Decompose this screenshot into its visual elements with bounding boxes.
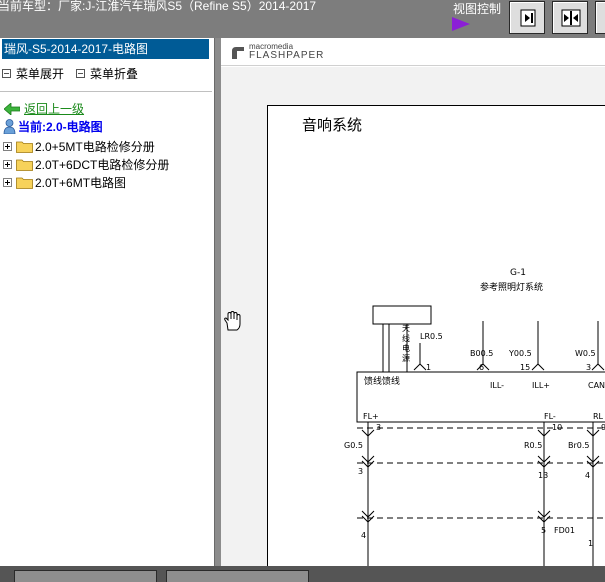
tree-item-label: 2.0+5MT电路检修分册: [35, 140, 155, 154]
view-control-arrow-icon: [452, 17, 470, 31]
antenna-label-1: 天: [402, 324, 410, 333]
antenna-label-2: 线: [402, 333, 410, 343]
pin-3a: 3: [586, 363, 591, 372]
pin-13: 13: [538, 471, 548, 480]
document-viewer: macromedia FLASHPAPER 音响系统 G-1 参考照明灯系统 天…: [221, 38, 605, 566]
expand-plus-icon[interactable]: [3, 142, 12, 151]
wiring-diagram: 音响系统 G-1 参考照明灯系统 天 线 电 源 LR0.5 1 B00.5 Y…: [302, 116, 605, 566]
wire-lr: LR0.5: [420, 332, 443, 341]
collapse-icon: [76, 69, 85, 78]
ill-plus-label: ILL+: [532, 381, 550, 390]
pin-5: 5: [541, 526, 546, 535]
menu-collapse-label: 菜单折叠: [90, 67, 139, 81]
sidebar-divider: [0, 91, 212, 92]
fl-minus-label: FL-: [544, 412, 556, 421]
tree-item-label: 2.0T+6DCT电路检修分册: [35, 158, 170, 172]
double-page-view-button[interactable]: [552, 1, 588, 34]
menu-expand-label: 菜单展开: [16, 67, 65, 81]
folder-icon: [16, 141, 33, 153]
document-canvas[interactable]: 音响系统 G-1 参考照明灯系统 天 线 电 源 LR0.5 1 B00.5 Y…: [221, 67, 605, 566]
tree-item[interactable]: 2.0T+6DCT电路检修分册: [3, 156, 169, 173]
pin-4a: 4: [585, 471, 590, 480]
back-link-label: 返回上一级: [24, 102, 85, 116]
brand-flashpaper: FLASHPAPER: [249, 50, 325, 61]
pin-3c: 3: [358, 467, 363, 476]
expand-plus-icon[interactable]: [3, 160, 12, 169]
hand-cursor-icon: [224, 311, 241, 331]
tree-item[interactable]: 2.0+5MT电路检修分册: [3, 138, 155, 155]
pin-1b: 1: [588, 539, 593, 548]
app-window: 当前车型：厂家:J-江淮汽车瑞风S5（Refine S5）2014-2017 视…: [0, 0, 605, 582]
bottom-bar: [0, 566, 605, 582]
pin-4b: 4: [361, 531, 366, 540]
menu-collapse-button[interactable]: 菜单折叠: [76, 65, 138, 82]
pin-15: 15: [520, 363, 530, 372]
wire-b00: B00.5: [470, 349, 493, 358]
pin-9: 9: [601, 423, 605, 432]
pin-3b: 3: [376, 423, 381, 432]
diagram-title: 音响系统: [302, 116, 362, 134]
fd01-label: FD01: [554, 526, 575, 535]
back-link[interactable]: 返回上一级: [4, 100, 84, 117]
g1-sub-label: 参考照明灯系统: [480, 281, 543, 293]
can-label: CAN: [588, 381, 605, 390]
flashpaper-toolbar: macromedia FLASHPAPER: [221, 38, 605, 66]
sidebar-splitter[interactable]: [214, 38, 221, 566]
antenna-label-3: 电: [402, 343, 410, 353]
menu-expand-button[interactable]: 菜单展开: [2, 65, 64, 82]
single-page-icon: [520, 9, 536, 27]
bottom-tab-1[interactable]: [14, 570, 157, 582]
document-page: 音响系统 G-1 参考照明灯系统 天 线 电 源 LR0.5 1 B00.5 Y…: [267, 105, 605, 566]
ill-minus-label: ILL-: [490, 381, 504, 390]
more-view-button[interactable]: [595, 1, 605, 34]
folder-icon: [16, 177, 33, 189]
sidebar: 瑞风-S5-2014-2017-电路图 菜单展开 菜单折叠 返回上一级 当前:2…: [0, 38, 214, 566]
expand-plus-icon[interactable]: [3, 178, 12, 187]
bottom-tab-2[interactable]: [166, 570, 309, 582]
wire-w0: W0.5: [575, 349, 596, 358]
rl-label: RL: [593, 412, 604, 421]
pin-1: 1: [426, 363, 431, 372]
block-label: 馈线馈线: [364, 375, 400, 387]
single-page-view-button[interactable]: [509, 1, 545, 34]
g1-label: G-1: [510, 268, 526, 278]
back-arrow-icon: [4, 102, 20, 115]
pin-6: 6: [479, 363, 484, 372]
double-page-icon: [561, 9, 581, 27]
wire-r0: R0.5: [524, 441, 542, 450]
header-bar: 当前车型：厂家:J-江淮汽车瑞风S5（Refine S5）2014-2017 视…: [0, 0, 605, 38]
wire-br: Br0.5: [568, 441, 590, 450]
folder-icon: [16, 159, 33, 171]
document-title: 瑞风-S5-2014-2017-电路图: [2, 39, 209, 59]
tree-item[interactable]: 2.0T+6MT电路图: [3, 174, 126, 191]
current-location-label: 当前:2.0-电路图: [18, 120, 103, 134]
current-car-title: 当前车型：厂家:J-江淮汽车瑞风S5（Refine S5）2014-2017: [0, 0, 317, 13]
tree-item-label: 2.0T+6MT电路图: [35, 176, 127, 190]
user-icon: [3, 119, 16, 134]
fl-plus-label: FL+: [363, 412, 379, 421]
expand-icon: [2, 69, 11, 78]
wire-y00: Y00.5: [508, 349, 532, 358]
macromedia-logo-icon: [232, 47, 244, 59]
pin-10: 10: [552, 423, 562, 432]
wire-g0: G0.5: [344, 441, 363, 450]
antenna-label-4: 源: [402, 354, 410, 363]
current-location: 当前:2.0-电路图: [3, 118, 103, 135]
view-control-label: 视图控制: [453, 2, 502, 16]
